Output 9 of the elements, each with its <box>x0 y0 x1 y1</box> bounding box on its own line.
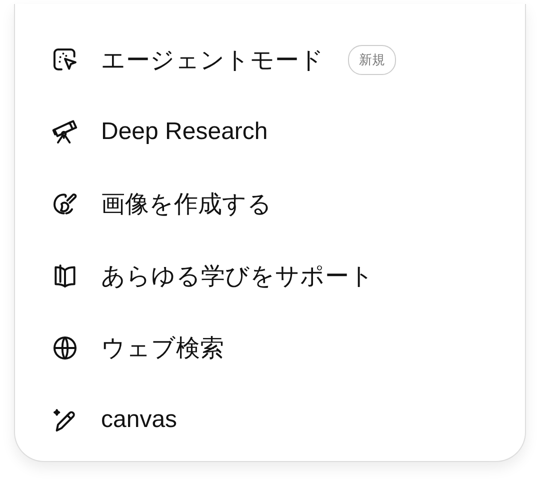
globe-icon <box>51 334 79 362</box>
menu-item[interactable]: エージェントモード <box>101 44 324 76</box>
new-badge: 新規 <box>348 45 396 75</box>
menu-item[interactable]: ウェブ検索 <box>101 332 224 364</box>
menu-item[interactable]: Deep Research <box>101 118 268 146</box>
menu-item[interactable]: あらゆる学びをサポート <box>101 260 374 292</box>
telescope-icon <box>51 118 79 146</box>
menu-item[interactable]: 画像を作成する <box>101 188 272 220</box>
menu-item[interactable]: canvas <box>101 406 178 434</box>
